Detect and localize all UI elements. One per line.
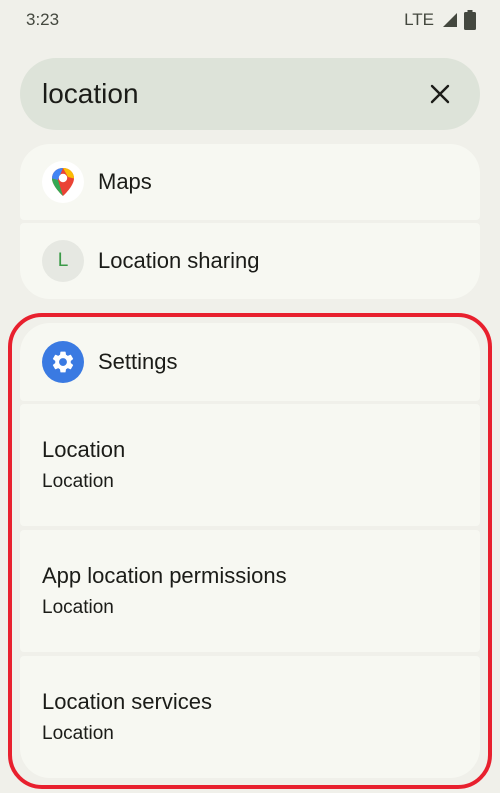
search-input[interactable] — [42, 78, 402, 110]
setting-title: Location services — [42, 689, 212, 714]
close-icon — [430, 84, 450, 104]
app-name: Maps — [98, 169, 152, 194]
settings-section-header: Settings — [20, 323, 480, 401]
setting-title: Location — [42, 437, 126, 462]
search-bar[interactable] — [20, 58, 480, 130]
network-label: LTE — [404, 10, 434, 29]
letter-avatar-icon: L — [42, 240, 84, 282]
battery-icon — [464, 10, 476, 30]
status-icons: LTE — [404, 10, 476, 30]
setting-title: App location permissions — [42, 563, 287, 588]
app-result-maps[interactable]: Maps — [20, 144, 480, 220]
gear-icon — [42, 341, 84, 383]
maps-pin-icon — [42, 161, 84, 203]
setting-subtitle: Location — [42, 597, 114, 618]
status-bar: 3:23 LTE — [0, 0, 500, 40]
setting-item-app-location-permissions[interactable]: App location permissions Location — [20, 530, 480, 652]
setting-subtitle: Location — [42, 723, 114, 744]
app-name: Location sharing — [98, 248, 260, 273]
setting-subtitle: Location — [42, 471, 114, 492]
signal-icon — [443, 13, 457, 27]
setting-item-location[interactable]: Location Location — [20, 404, 480, 526]
setting-item-location-services[interactable]: Location services Location — [20, 656, 480, 778]
app-result-location-sharing[interactable]: L Location sharing — [20, 223, 480, 299]
clear-search-button[interactable] — [424, 78, 456, 110]
status-time: 3:23 — [26, 10, 60, 29]
section-title: Settings — [98, 349, 178, 374]
